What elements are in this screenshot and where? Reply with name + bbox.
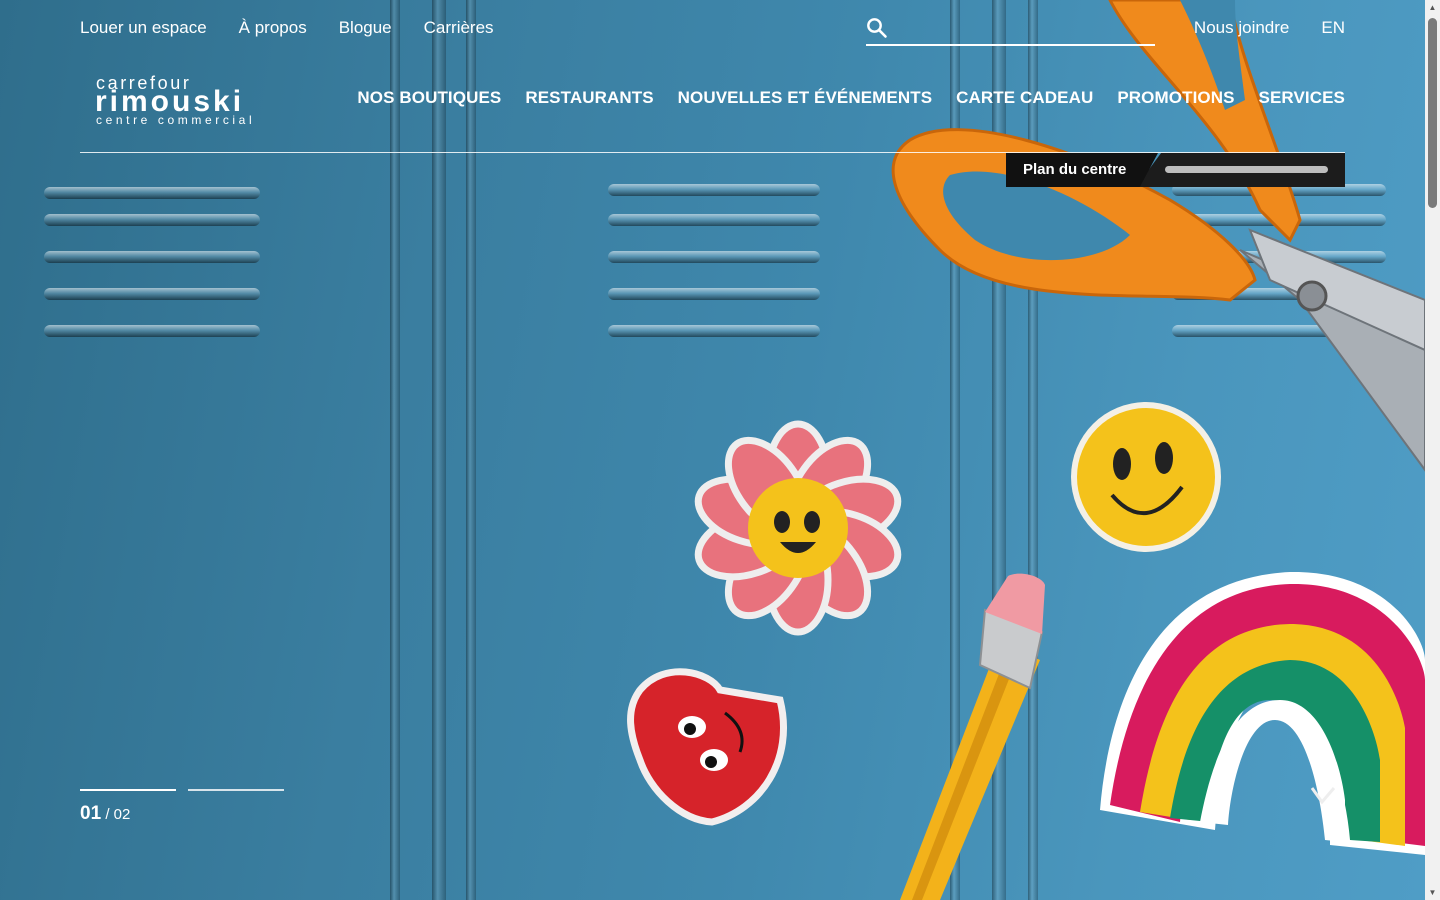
logo-line-3: centre commercial (96, 113, 256, 127)
flower-sticker (694, 420, 902, 636)
nav-item-news-events[interactable]: NOUVELLES ET ÉVÉNEMENTS (678, 86, 933, 110)
search-box (866, 14, 1155, 46)
slide-counter: 01 / 02 (80, 802, 130, 827)
secondary-nav: Nous joindre EN (1194, 14, 1345, 42)
utility-nav: Louer un espace À propos Blogue Carrière… (80, 14, 494, 42)
map-tab-bar (1165, 166, 1328, 173)
map-tab-label: Plan du centre (1006, 153, 1158, 187)
pencil-image (900, 573, 1045, 900)
site-logo[interactable]: carrefour rimouski centre commercial (95, 74, 270, 128)
slider-progress (80, 789, 284, 791)
nav-link-blog[interactable]: Blogue (339, 14, 392, 42)
scroll-down-icon[interactable]: ▼ (1428, 888, 1437, 897)
slide-separator: / (105, 806, 110, 823)
nav-link-about[interactable]: À propos (239, 14, 307, 42)
smiley-sticker (1071, 402, 1221, 552)
contact-link[interactable]: Nous joindre (1194, 14, 1289, 42)
rainbow-sticker (1100, 571, 1425, 855)
scissors-image (891, 0, 1425, 472)
hero-banner (0, 0, 1425, 900)
slide-indicator-1[interactable] (80, 789, 176, 791)
page-scrollbar[interactable]: ▲ ▼ (1425, 0, 1440, 900)
scroll-up-icon[interactable]: ▲ (1428, 3, 1437, 12)
nav-item-gift-card[interactable]: CARTE CADEAU (956, 86, 1093, 110)
nav-item-services[interactable]: SERVICES (1259, 86, 1345, 110)
search-input[interactable] (896, 16, 1146, 42)
nav-link-rent-space[interactable]: Louer un espace (80, 14, 207, 42)
search-icon[interactable] (866, 17, 888, 39)
nav-item-restaurants[interactable]: RESTAURANTS (525, 86, 653, 110)
slide-total: 02 (113, 806, 131, 823)
scroll-thumb[interactable] (1428, 18, 1437, 208)
map-tab-panel (1136, 153, 1345, 187)
mall-map-tab[interactable]: Plan du centre (1006, 153, 1345, 187)
main-nav: NOS BOUTIQUES RESTAURANTS NOUVELLES ET É… (357, 86, 1345, 110)
hero-illustration (627, 0, 1425, 900)
slide-current: 01 (80, 803, 102, 824)
heart-sticker (627, 668, 787, 826)
nav-item-boutiques[interactable]: NOS BOUTIQUES (357, 86, 501, 110)
language-toggle[interactable]: EN (1321, 14, 1345, 42)
nav-link-careers[interactable]: Carrières (424, 14, 494, 42)
nav-item-promotions[interactable]: PROMOTIONS (1117, 86, 1234, 110)
slide-indicator-2[interactable] (188, 789, 284, 791)
